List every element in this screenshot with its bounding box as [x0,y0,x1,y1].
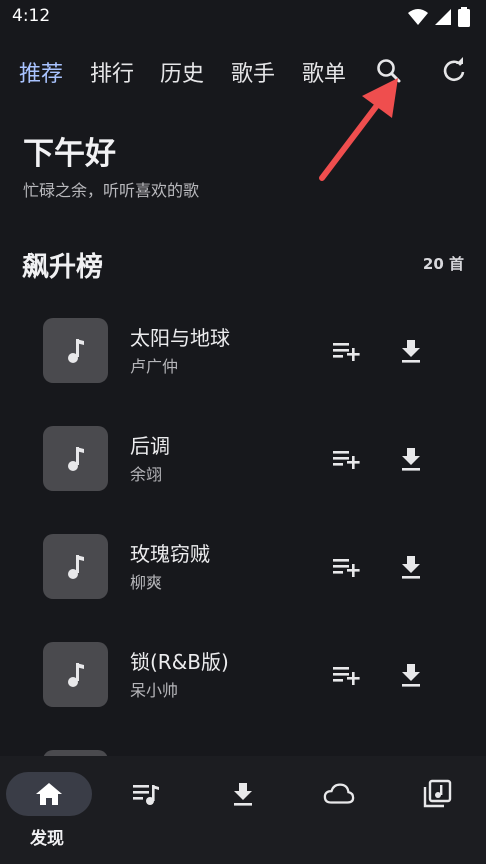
section-title: 飙升榜 [22,252,103,283]
music-note-icon [67,338,84,363]
song-artist: 柳爽 [130,573,163,592]
download-icon [402,448,420,471]
add-to-queue-button[interactable] [331,552,361,582]
nav-discover-label: 发现 [30,829,64,849]
song-artist: 呆小帅 [130,681,179,700]
tab-history[interactable]: 历史 [160,56,204,88]
annotation-arrow [319,78,398,181]
song-cover [43,642,108,707]
song-title: 后调 [130,434,170,458]
song-artist: 余翊 [130,465,163,484]
battery-icon [458,7,470,27]
song-cover [43,318,108,383]
tab-ranking[interactable]: 排行 [90,56,134,88]
download-button[interactable] [396,660,426,690]
cloud-icon [323,783,355,804]
library-icon [423,779,452,808]
wifi-icon [408,9,428,25]
song-item[interactable]: 锁(R&B版) 呆小帅 [0,624,486,732]
status-time: 4:12 [12,6,51,26]
song-artist: 卢广仲 [130,357,179,376]
song-item[interactable]: 太阳与地球 卢广仲 [0,300,486,408]
tab-recommend[interactable]: 推荐 [19,56,63,88]
download-icon [402,664,420,687]
song-title: 玫瑰窃贼 [130,542,210,566]
playlist-add-icon [333,451,360,469]
home-icon [36,783,62,805]
nav-playlist[interactable] [130,778,162,810]
playlist-add-icon [333,559,360,577]
playlist-add-icon [333,667,360,685]
music-note-icon [67,446,84,471]
song-list: 太阳与地球 卢广仲 后调 余翊 玫瑰窃贼 柳爽 锁(R&B版) 呆小帅 [0,300,486,756]
song-title: 锁(R&B版) [130,650,229,674]
download-button[interactable] [396,444,426,474]
signal-icon [435,9,451,25]
greeting-title: 下午好 [23,136,116,172]
download-icon [402,556,420,579]
tab-singers[interactable]: 歌手 [231,56,275,88]
nav-downloads[interactable] [227,778,259,810]
bottom-nav: 发现 [0,756,486,864]
nav-library[interactable] [421,778,453,810]
refresh-icon [443,57,465,82]
download-button[interactable] [396,336,426,366]
music-note-icon [67,662,84,687]
playlist-add-icon [333,343,360,361]
song-item[interactable] [0,732,486,756]
greeting-subtitle: 忙碌之余，听听喜欢的歌 [23,181,200,200]
song-title: 太阳与地球 [130,326,230,350]
download-icon [234,783,252,806]
refresh-button[interactable] [439,56,469,86]
add-to-queue-button[interactable] [331,660,361,690]
song-cover [43,534,108,599]
music-note-icon [67,554,84,579]
playlist-icon [133,785,159,805]
status-icons [408,7,470,27]
status-bar: 4:12 [0,0,486,34]
download-button[interactable] [396,552,426,582]
add-to-queue-button[interactable] [331,444,361,474]
section-count: 20 首 [422,255,464,273]
add-to-queue-button[interactable] [331,336,361,366]
song-cover [43,426,108,491]
nav-cloud[interactable] [323,778,355,810]
nav-discover[interactable] [6,772,92,816]
song-item[interactable]: 后调 余翊 [0,408,486,516]
download-icon [402,340,420,363]
song-item[interactable]: 玫瑰窃贼 柳爽 [0,516,486,624]
